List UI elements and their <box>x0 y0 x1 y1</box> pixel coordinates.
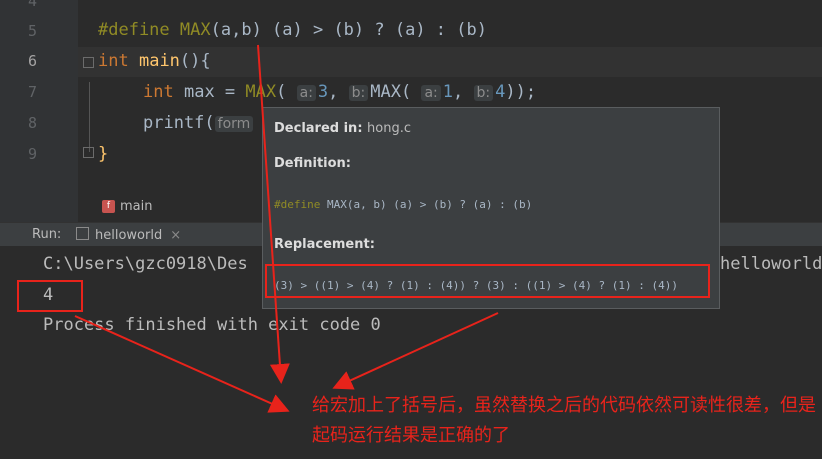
arrow <box>332 312 499 390</box>
arrow <box>257 44 290 384</box>
annotation-text: 给宏加上了括号后，虽然替换之后的代码依然可读性很差，但是起码运行结果是正确的了 <box>312 395 816 446</box>
arrow <box>74 315 290 413</box>
